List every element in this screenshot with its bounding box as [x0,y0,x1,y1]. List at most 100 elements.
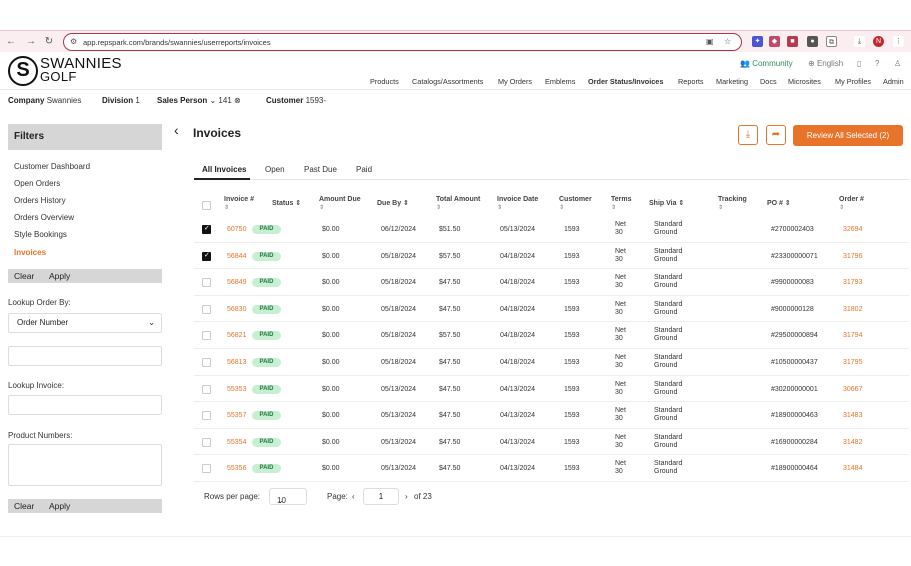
invoice-number-link[interactable]: 55357 [227,412,246,419]
order-number-link[interactable]: 31483 [843,412,862,419]
col-po[interactable]: PO # ⇕ [767,200,791,208]
invoice-number-link[interactable]: 56821 [227,332,246,339]
user-icon[interactable]: ♙ [894,59,901,68]
install-app-icon[interactable]: ▣ [706,37,714,46]
order-number-link[interactable]: 31793 [843,279,862,286]
row-checkbox[interactable] [202,331,211,341]
row-checkbox[interactable] [202,358,211,367]
lookup-order-input[interactable] [8,346,162,366]
prev-page-icon[interactable]: ‹ [352,492,355,501]
invoice-number-link[interactable]: 55353 [227,386,246,393]
tab-open[interactable]: Open [265,165,285,174]
reload-icon[interactable]: ↻ [42,35,56,49]
lookup-invoice-input[interactable] [8,395,162,415]
extension-4-icon[interactable]: ● [807,36,818,47]
clear-button-bottom[interactable]: Clear [14,501,34,511]
review-all-selected-button[interactable]: Review All Selected (2) [793,125,903,146]
bookmark-star-icon[interactable]: ☆ [724,37,731,46]
nav-reports[interactable]: Reports [678,77,704,86]
clear-button[interactable]: Clear [14,271,34,281]
back-chevron-icon[interactable]: ‹ [174,122,179,138]
row-checkbox[interactable] [202,251,211,261]
extension-2-icon[interactable]: ◆ [769,36,780,47]
nav-my-orders[interactable]: My Orders [498,77,532,86]
row-checkbox[interactable] [202,464,211,474]
address-bar[interactable]: ⚙ app.repspark.com/brands/swannies/userr… [63,33,742,51]
nav-microsites[interactable]: Microsites [788,77,821,86]
context-customer[interactable]: Customer 1593- [266,96,326,105]
nav-marketing[interactable]: Marketing [716,77,748,86]
sidebar-link-invoices[interactable]: Invoices [14,248,46,257]
col-terms[interactable]: Terms ⇕ [611,196,632,212]
invoice-number-link[interactable]: 55354 [227,439,246,446]
back-arrow-icon[interactable]: ← [4,35,18,49]
order-number-link[interactable]: 30667 [843,386,862,393]
nav-catalogs[interactable]: Catalogs/Assortments [412,77,483,86]
extension-1-icon[interactable]: ✦ [752,36,763,47]
context-salesperson[interactable]: Sales Person ⌄ 141 ⊗ [157,96,241,105]
order-number-link[interactable]: 31795 [843,359,862,366]
apply-button[interactable]: Apply [49,271,70,281]
invoice-number-link[interactable]: 56830 [227,306,246,313]
sidebar-link-customer-dashboard[interactable]: Customer Dashboard [14,162,90,171]
help-icon[interactable]: ? [875,59,879,68]
invoice-number-link[interactable]: 56844 [227,253,246,260]
tab-paid[interactable]: Paid [356,165,372,174]
language-selector[interactable]: ⊕ English [808,59,843,68]
page-number-input[interactable]: 1 [363,488,399,505]
sidebar-link-orders-history[interactable]: Orders History [14,196,66,205]
invoice-number-link[interactable]: 60750 [227,226,246,233]
site-info-icon[interactable]: ⚙ [70,37,77,46]
invoice-number-link[interactable]: 56849 [227,279,246,286]
community-link[interactable]: 👥 Community [740,59,793,68]
col-due-by[interactable]: Due By ⇕ [377,200,409,208]
sidebar-link-orders-overview[interactable]: Orders Overview [14,213,74,222]
nav-docs[interactable]: Docs [760,77,777,86]
col-customer[interactable]: Customer ⇕ [559,196,592,212]
sidebar-link-open-orders[interactable]: Open Orders [14,179,60,188]
forward-arrow-icon[interactable]: → [24,35,38,49]
order-number-link[interactable]: 31794 [843,332,862,339]
apply-button-bottom[interactable]: Apply [49,501,70,511]
download-button[interactable]: ⤓ [738,125,758,145]
col-amount-due[interactable]: Amount Due ⇕ [319,196,361,212]
context-company[interactable]: Company Swannies [8,96,81,105]
product-numbers-textarea[interactable] [8,444,162,486]
tab-past-due[interactable]: Past Due [304,165,337,174]
row-checkbox[interactable] [202,224,211,234]
document-icon[interactable]: ▯ [857,59,861,68]
order-number-link[interactable]: 31796 [843,253,862,260]
extension-3-icon[interactable]: ■ [787,36,798,47]
lookup-order-select[interactable]: Order Number ⌄ [8,313,162,333]
next-page-icon[interactable]: › [405,492,408,501]
col-invoice[interactable]: Invoice # ⇕ [224,196,254,212]
download-icon[interactable]: ⤓ [854,36,865,47]
rows-per-page-select[interactable]: 10 ⌄ [269,488,307,505]
browser-menu-icon[interactable]: ⋮ [893,36,904,47]
col-tracking[interactable]: Tracking ⇕ [718,196,747,212]
nav-emblems[interactable]: Emblems [545,77,575,86]
nav-admin[interactable]: Admin [883,77,904,86]
profile-avatar[interactable]: N [873,36,884,47]
col-invoice-date[interactable]: Invoice Date ⇕ [497,196,538,212]
order-number-link[interactable]: 31482 [843,439,862,446]
extensions-puzzle-icon[interactable]: ⧉ [826,36,837,47]
row-checkbox[interactable] [202,437,211,447]
select-all-checkbox[interactable] [202,201,211,210]
order-number-link[interactable]: 31802 [843,306,862,313]
nav-order-status[interactable]: Order Status/Invoices [588,77,663,86]
share-button[interactable]: ➦ [766,125,786,145]
row-checkbox[interactable] [202,411,211,421]
nav-my-profiles[interactable]: My Profiles [835,77,871,86]
row-checkbox[interactable] [202,304,211,314]
invoice-number-link[interactable]: 55356 [227,465,246,472]
row-checkbox[interactable] [202,278,211,288]
nav-products[interactable]: Products [370,77,399,86]
col-ship-via[interactable]: Ship Via ⇕ [649,200,684,208]
col-total-amount[interactable]: Total Amount ⇕ [436,196,480,212]
row-checkbox[interactable] [202,384,211,394]
clear-circle-icon[interactable]: ⊗ [234,96,241,105]
order-number-link[interactable]: 31484 [843,465,862,472]
order-number-link[interactable]: 32694 [843,226,862,233]
context-division[interactable]: Division 1 [102,96,140,105]
